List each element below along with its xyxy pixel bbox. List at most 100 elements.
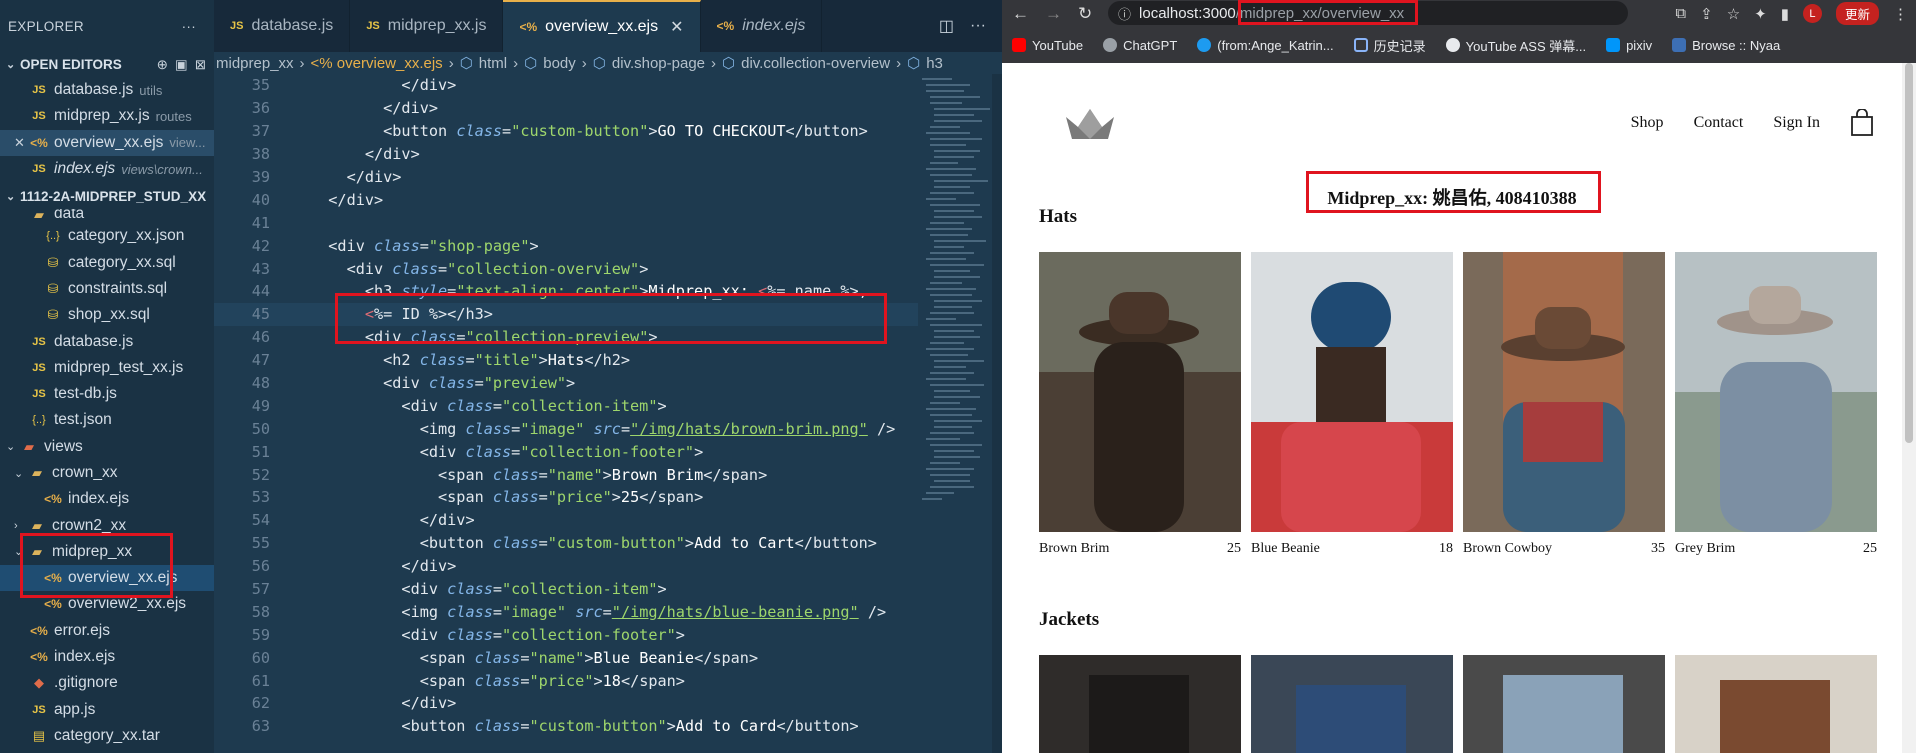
tree-folder[interactable]: ▰ data [0,209,214,223]
crown-logo-icon[interactable] [1064,105,1116,145]
database-icon: ⛁ [47,280,59,296]
close-all-icon[interactable]: ⊠ [195,57,206,73]
tree-file[interactable]: ◆ .gitignore [0,670,214,696]
tree-folder[interactable]: ⌄ ▰ midprep_xx [0,539,214,565]
code-line: 36 </div> [251,99,439,118]
product-image[interactable] [1039,252,1241,532]
product-image[interactable] [1463,252,1665,532]
site-info-icon[interactable]: ⓘ [1118,4,1131,23]
bookmark-star-icon[interactable]: ☆ [1727,5,1740,23]
collection-item[interactable]: Blue Beanie 18 [1251,252,1453,557]
side-panel-icon[interactable]: ▮ [1781,5,1789,23]
code-line: 47 <h2 class="title">Hats</h2> [251,351,631,370]
tree-folder[interactable]: ⌄ ▰ views [0,434,214,460]
js-file-icon: JS [32,110,46,123]
tree-file[interactable]: ⛁ constraints.sql [0,276,214,302]
collection-item[interactable]: Grey Brim 25 [1675,252,1877,557]
tree-file-selected[interactable]: <% overview_xx.ejs [0,565,214,592]
save-all-icon[interactable]: ▣ [175,57,188,73]
tree-file[interactable]: JS database.js [0,328,214,354]
tree-file[interactable]: <% error.ejs [0,618,214,644]
avatar[interactable]: L [1802,4,1822,23]
code-line: 61 <span class="price">18</span> [251,671,685,690]
bookmark-item[interactable]: Browse :: Nyaa [1672,38,1780,53]
update-button[interactable]: 更新 [1835,2,1879,25]
tree-file[interactable]: ▤ category_xx.tar [0,723,214,749]
reload-icon[interactable]: ↻ [1078,4,1092,24]
code-line: 53 <span class="price">25</span> [251,488,704,507]
bookmark-item[interactable]: ChatGPT [1103,38,1177,53]
folder-icon [1353,38,1368,52]
shopping-bag-icon[interactable] [1850,109,1874,137]
open-editor-item[interactable]: JS midprep_xx.js routes [0,103,214,129]
web-page: Shop Contact Sign In Midprep_xx: 姚昌佑, 40… [1002,63,1902,753]
ejs-file-icon: <% [44,597,62,612]
address-bar[interactable]: ⓘ localhost:3000/midprep_xx/overview_xx [1108,1,1628,25]
extensions-icon[interactable]: ✦ [1754,5,1767,23]
close-icon[interactable]: ✕ [14,135,30,151]
tree-file[interactable]: <% overview2_xx.ejs [0,591,214,617]
tree-file[interactable]: JS test-db.js [0,381,214,407]
product-image[interactable] [1675,655,1877,753]
tree-folder[interactable]: ⌄ ▰ crown_xx [0,460,214,486]
editor-scrollbar[interactable] [992,74,1002,753]
code-line: 63 <button class="custom-button">Add to … [251,717,859,736]
new-file-icon[interactable]: ⊕ [157,57,168,73]
folder-icon: ▰ [34,209,44,223]
tree-file[interactable]: {..} category_xx.json [0,223,214,249]
project-header[interactable]: ⌄ 1112-2A-MIDPREP_STUD_XX [0,184,214,209]
tree-folder[interactable]: › ▰ crown2_xx [0,512,214,538]
tree-file[interactable]: ⛁ category_xx.sql [0,249,214,275]
translate-icon[interactable]: ⧉ [1675,5,1686,22]
bookmark-item[interactable]: 历史记录 [1353,36,1426,55]
js-file-icon: JS [32,335,46,348]
collection-item[interactable]: Brown Cowboy 35 [1463,252,1665,557]
code-line-current: 45 <%= ID %></h3> [214,302,918,326]
more-actions-icon[interactable]: ··· [182,19,196,34]
split-editor-icon[interactable]: ◫ [939,16,954,36]
page-scrollbar[interactable] [1902,63,1916,753]
open-editor-item[interactable]: JS index.ejs views\crown... [0,156,214,182]
code-line: 43 <div class="collection-overview"> [251,259,649,278]
product-image[interactable] [1675,252,1877,532]
more-actions-icon[interactable]: ··· [970,17,986,35]
open-editors-header[interactable]: ⌄ OPEN EDITORS ⊕ ▣ ⊠ [0,52,214,77]
code-editor[interactable]: 35 </div> 36 </div> 37 <button class="cu… [214,74,918,753]
menu-icon[interactable]: ⋮ [1893,5,1908,23]
tab-overview-ejs[interactable]: <% overview_xx.ejs ✕ [503,0,701,52]
bookmark-item[interactable]: YouTube [1012,38,1083,53]
code-line: 55 <button class="custom-button">Add to … [251,534,877,553]
site-nav: Shop Contact Sign In [1631,109,1874,137]
nav-contact[interactable]: Contact [1694,114,1744,132]
explorer-title: EXPLORER [8,18,84,34]
product-image[interactable] [1251,252,1453,532]
tree-file[interactable]: <% index.ejs [0,486,214,512]
open-editor-item[interactable]: JS database.js utils [0,77,214,103]
tree-file[interactable]: {..} test.json [0,407,214,433]
bookmark-item[interactable]: (from:Ange_Katrin... [1197,38,1334,53]
tree-file[interactable]: JS midprep_test_xx.js [0,355,214,381]
collection-item[interactable]: Brown Brim 25 [1039,252,1241,557]
forward-icon[interactable]: → [1045,4,1062,24]
minimap[interactable] [918,74,1002,594]
product-image[interactable] [1039,655,1241,753]
product-image[interactable] [1251,655,1453,753]
nav-sign-in[interactable]: Sign In [1773,114,1820,132]
back-icon[interactable]: ← [1012,4,1029,24]
tree-file[interactable]: <% index.ejs [0,644,214,670]
open-editor-item-active[interactable]: ✕ <% overview_xx.ejs view... [0,129,214,156]
bookmark-item[interactable]: YouTube ASS 弹幕... [1445,36,1586,55]
scrollbar-thumb[interactable] [1905,63,1913,443]
product-image[interactable] [1463,655,1665,753]
tab-database-js[interactable]: JS database.js [214,0,351,52]
code-line: 54 </div> [251,511,475,530]
tree-file[interactable]: ⛁ shop_xx.sql [0,302,214,328]
tab-index-ejs[interactable]: <% index.ejs [701,0,823,52]
item-name: Grey Brim [1675,541,1736,556]
bookmark-item[interactable]: pixiv [1606,38,1652,53]
tab-midprep-js[interactable]: JS midprep_xx.js [350,0,504,52]
nav-shop[interactable]: Shop [1631,114,1664,132]
close-tab-icon[interactable]: ✕ [670,17,683,37]
share-icon[interactable]: ⇪ [1700,5,1713,23]
tree-file[interactable]: JS app.js [0,697,214,723]
